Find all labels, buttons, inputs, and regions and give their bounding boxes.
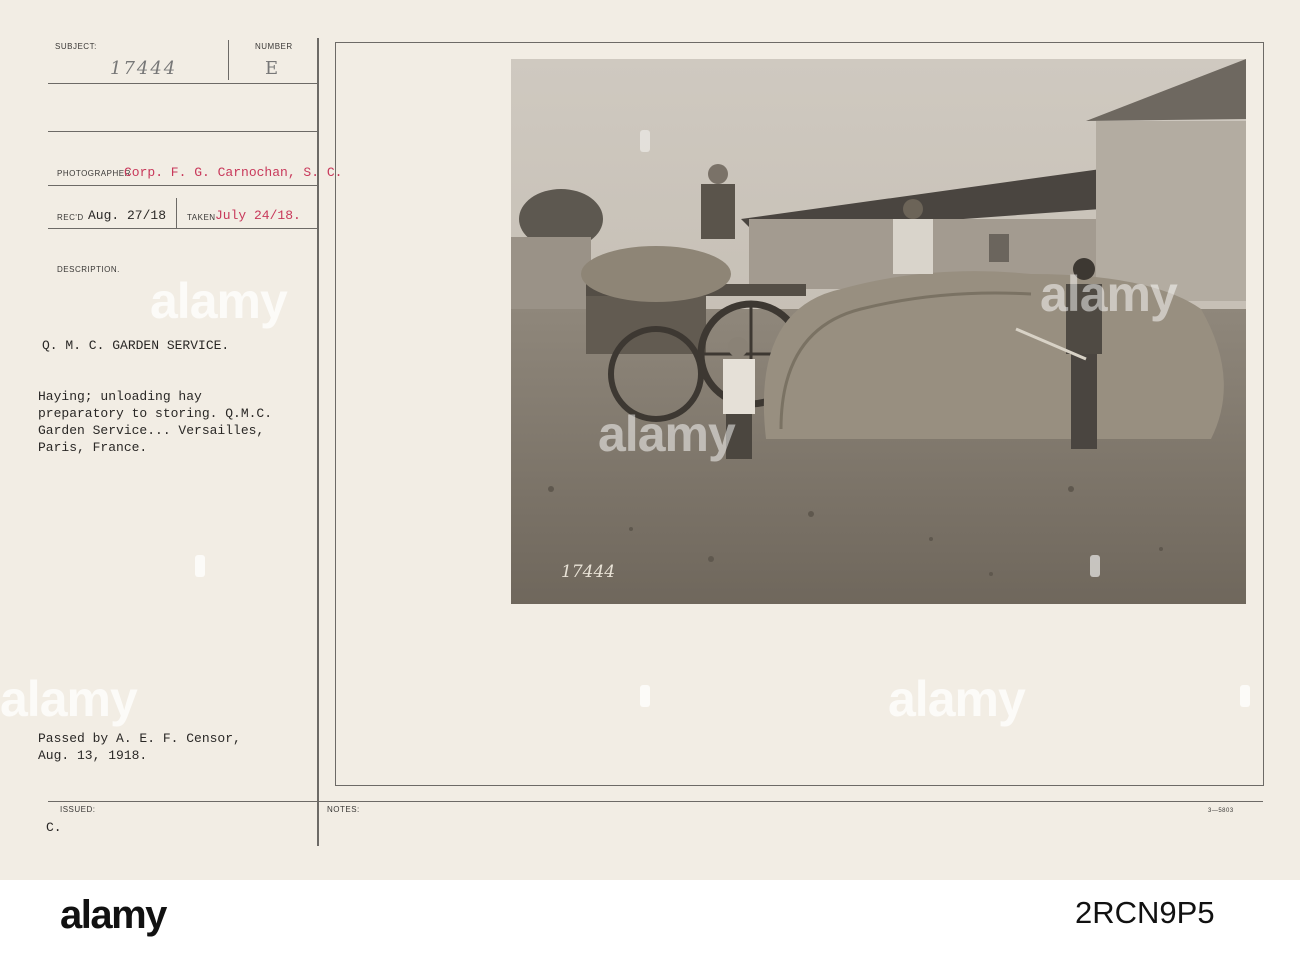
footer-rule — [48, 801, 1263, 802]
notes-label: NOTES: — [327, 805, 360, 814]
number-label: NUMBER — [255, 42, 293, 51]
recd-value: Aug. 27/18 — [88, 208, 167, 223]
recd-label: REC'D — [57, 213, 84, 222]
watermark-center: alamy — [598, 406, 736, 462]
photographer-rule — [48, 185, 318, 186]
photo-illustration — [511, 59, 1246, 604]
description-title: Q. M. C. GARDEN SERVICE. — [42, 338, 230, 353]
watermark-bottom-right: alamy — [888, 671, 1026, 727]
header-rule — [48, 83, 318, 84]
watermark-mark-5 — [640, 130, 650, 152]
left-column-divider — [317, 38, 319, 846]
description-label: DESCRIPTION. — [57, 265, 120, 274]
photo-number: 17444 — [561, 562, 616, 582]
photographer-value: Corp. F. G. Carnochan, S. C. — [124, 165, 343, 180]
photographer-top-rule — [48, 131, 318, 132]
watermark-photo-right: alamy — [1040, 266, 1178, 322]
subject-number-divider — [228, 40, 229, 80]
footer-image-id: 2RCN9P5 — [1075, 895, 1215, 930]
taken-value: July 24/18. — [215, 208, 301, 223]
dates-rule — [48, 228, 318, 229]
issued-label: ISSUED: — [60, 805, 96, 814]
watermark-mark-1 — [195, 555, 205, 577]
watermark-bottom-left: alamy — [0, 671, 138, 727]
footer-logo[interactable]: alamy — [60, 893, 167, 938]
taken-label: TAKEN — [187, 213, 216, 222]
watermark-mark-2 — [640, 685, 650, 707]
form-number: 3—5803 — [1208, 808, 1234, 814]
haying-photograph: 17444 — [511, 59, 1246, 604]
recd-taken-divider — [176, 198, 177, 228]
archive-card: SUBJECT: 17444 NUMBER E PHOTOGRAPHER Cor… — [0, 0, 1300, 880]
photographer-label: PHOTOGRAPHER — [57, 169, 131, 178]
number-value: E — [265, 58, 281, 79]
subject-value: 17444 — [110, 58, 178, 79]
issued-value: C. — [46, 820, 62, 835]
watermark-mark-4 — [1240, 685, 1250, 707]
censor-text: Passed by A. E. F. Censor, Aug. 13, 1918… — [38, 731, 241, 763]
description-body: Haying; unloading hay preparatory to sto… — [38, 389, 273, 455]
watermark-top-left: alamy — [150, 273, 288, 329]
subject-label: SUBJECT: — [55, 42, 97, 51]
watermark-mark-3 — [1090, 555, 1100, 577]
